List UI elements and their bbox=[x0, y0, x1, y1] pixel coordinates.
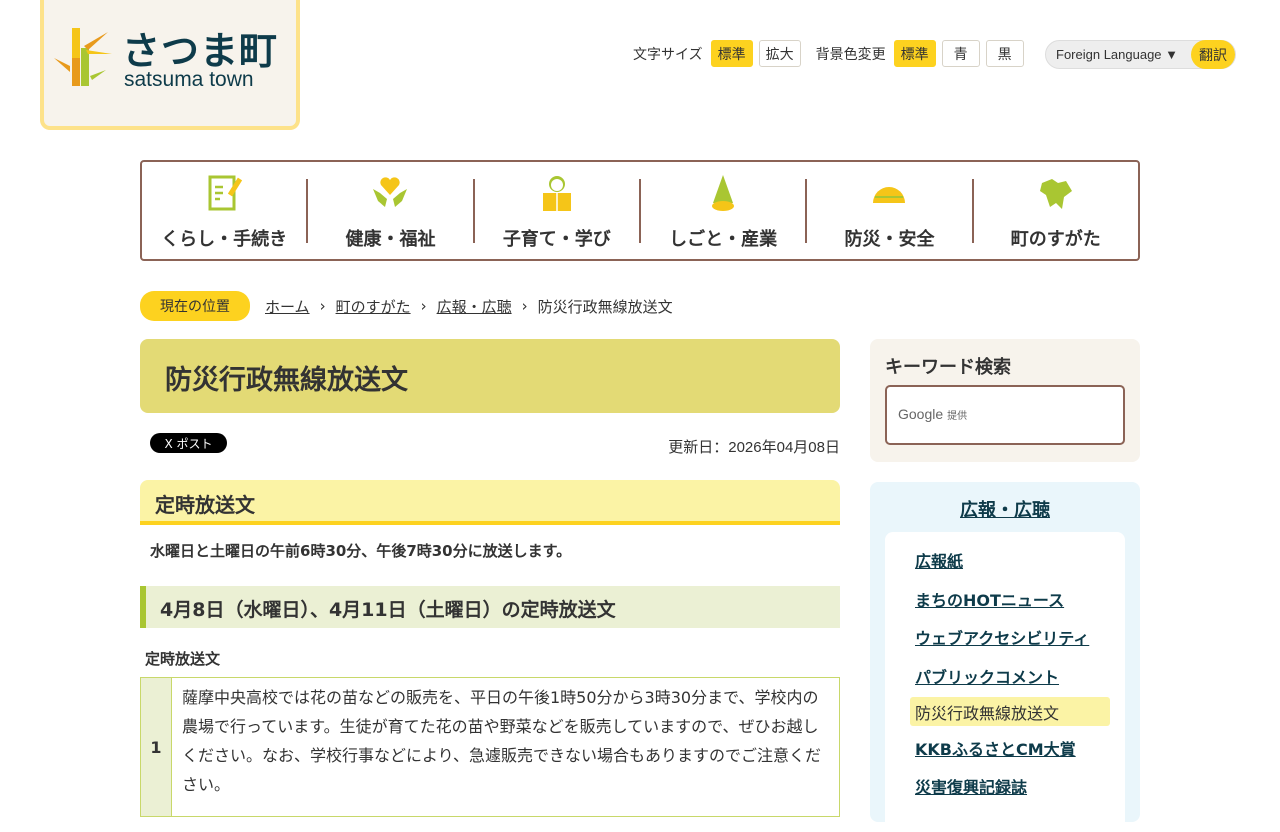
nav-label: 防災・安全 bbox=[844, 228, 935, 250]
breadcrumb-pr[interactable]: 広報・広聴 bbox=[437, 296, 512, 317]
side-menu-item[interactable]: ウェブアクセシビリティ bbox=[915, 625, 1125, 664]
logo-subtext: satsuma town bbox=[124, 68, 254, 91]
table-row: 1 薩摩中央高校では花の苗などの販売を、平日の午後1時50分から3時30分まで、… bbox=[140, 677, 840, 817]
language-select[interactable]: Foreign Language ▼ bbox=[1046, 47, 1191, 62]
translate-button[interactable]: 翻訳 bbox=[1191, 40, 1235, 69]
subsection-heading: 4月8日（水曜日）、4月11日（土曜日）の定時放送文 bbox=[140, 586, 840, 628]
nav-item-town[interactable]: 町のすがた bbox=[974, 178, 1138, 250]
side-menu-item[interactable]: KKBふるさとCM大賞 bbox=[915, 736, 1125, 775]
document-pen-icon bbox=[208, 175, 243, 210]
chevron-right-icon: › bbox=[319, 297, 326, 315]
side-menu: 広報・広聴 広報紙 まちのHOTニュース ウェブアクセシビリティ パブリックコメ… bbox=[870, 482, 1140, 832]
breadcrumb: 現在の位置 ホーム › 町のすがた › 広報・広聴 › 防災行政無線放送文 bbox=[140, 291, 673, 321]
bg-black-button[interactable]: 黒 bbox=[985, 40, 1024, 67]
helmet-icon bbox=[873, 186, 906, 203]
font-large-button[interactable]: 拡大 bbox=[758, 40, 801, 67]
breadcrumb-current: 防災行政無線放送文 bbox=[537, 297, 673, 316]
row-number: 1 bbox=[141, 678, 172, 816]
nav-item-work[interactable]: しごと・産業 bbox=[641, 174, 808, 250]
bg-color-label: 背景色変更 bbox=[815, 45, 886, 62]
keyword-search: キーワード検索 Google 提供 bbox=[870, 339, 1140, 462]
intro-text: 水曜日と土曜日の午前6時30分、午後7時30分に放送します。 bbox=[150, 542, 572, 560]
global-nav: くらし・手続き 健康・福祉 子育て・学び しごと・産業 防災・安全 町のすがた bbox=[140, 160, 1140, 261]
child-book-icon bbox=[542, 175, 571, 211]
side-menu-item[interactable]: 災害復興記録誌 bbox=[915, 774, 1125, 813]
nav-label: しごと・産業 bbox=[669, 228, 778, 250]
nav-label: くらし・手続き bbox=[161, 228, 288, 250]
breadcrumb-home[interactable]: ホーム bbox=[265, 296, 310, 317]
section-heading: 定時放送文 bbox=[140, 480, 840, 525]
provided-label: 提供 bbox=[947, 411, 968, 422]
font-standard-button[interactable]: 標準 bbox=[710, 40, 753, 67]
accessibility-tools: 文字サイズ 標準 拡大 背景色変更 標準 青 黒 bbox=[633, 40, 1030, 67]
bg-standard-button[interactable]: 標準 bbox=[893, 40, 936, 67]
row-text: 薩摩中央高校では花の苗などの販売を、平日の午後1時50分から3時30分まで、学校… bbox=[182, 688, 822, 794]
site-logo[interactable]: さつま町 satsuma town bbox=[40, 0, 300, 130]
hands-heart-icon bbox=[373, 176, 408, 207]
breadcrumb-label: 現在の位置 bbox=[140, 291, 250, 321]
bamboo-logo-icon bbox=[54, 28, 112, 86]
side-menu-item-current: 防災行政無線放送文 bbox=[910, 697, 1110, 726]
nav-label: 子育て・学び bbox=[502, 228, 611, 250]
x-post-button[interactable]: X ポスト bbox=[150, 433, 227, 453]
town-map-icon bbox=[1039, 178, 1072, 209]
nav-item-health[interactable]: 健康・福祉 bbox=[308, 176, 475, 250]
logo-text: さつま町 bbox=[122, 29, 279, 73]
table-caption: 定時放送文 bbox=[145, 650, 221, 668]
nav-label: 健康・福祉 bbox=[345, 228, 436, 250]
page-title: 防災行政無線放送文 bbox=[140, 339, 840, 413]
google-label: Google bbox=[898, 406, 944, 422]
nav-item-living[interactable]: くらし・手続き bbox=[142, 175, 309, 250]
side-menu-title[interactable]: 広報・広聴 bbox=[870, 496, 1140, 522]
language-selector: Foreign Language ▼ 翻訳 bbox=[1045, 40, 1236, 69]
chevron-right-icon: › bbox=[420, 297, 427, 315]
side-menu-item[interactable]: 広報紙 bbox=[915, 548, 1125, 587]
side-menu-item[interactable]: まちのHOTニュース bbox=[915, 587, 1125, 626]
chevron-right-icon: › bbox=[521, 297, 528, 315]
nav-label: 町のすがた bbox=[1010, 228, 1101, 250]
search-title: キーワード検索 bbox=[885, 357, 1011, 378]
search-input[interactable]: Google 提供 bbox=[885, 385, 1125, 445]
nav-item-safety[interactable]: 防災・安全 bbox=[807, 178, 974, 250]
bg-blue-button[interactable]: 青 bbox=[941, 40, 980, 67]
font-size-label: 文字サイズ bbox=[633, 45, 703, 62]
nav-item-education[interactable]: 子育て・学び bbox=[475, 175, 641, 250]
breadcrumb-town[interactable]: 町のすがた bbox=[336, 296, 411, 317]
updated-date: 更新日：2026年04月08日 bbox=[668, 439, 840, 456]
bamboo-shoot-icon bbox=[712, 174, 735, 211]
